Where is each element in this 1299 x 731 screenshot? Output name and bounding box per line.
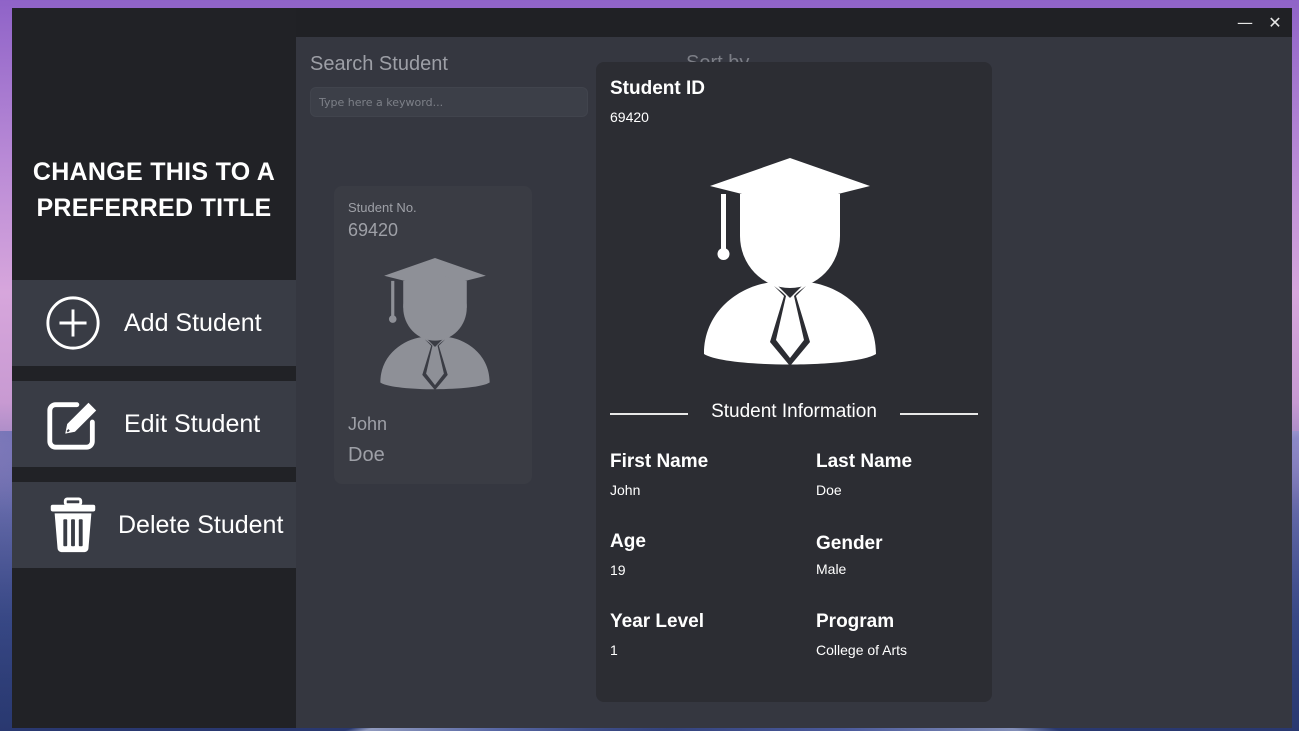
student-id-value: 69420 — [610, 109, 649, 125]
program-label: Program — [816, 611, 895, 632]
student-id-label: Student ID — [610, 78, 705, 99]
edit-icon — [47, 402, 97, 450]
graduate-icon — [704, 158, 876, 366]
first-name-value: John — [610, 482, 641, 498]
edit-student-label: Edit Student — [124, 410, 261, 438]
gender-value: Male — [816, 561, 847, 577]
age-value: 19 — [610, 562, 626, 578]
delete-student-label: Delete Student — [118, 511, 284, 539]
trash-icon — [50, 497, 96, 553]
student-card[interactable]: Student No. 69420 John Doe — [334, 186, 532, 484]
student-no-value: 69420 — [348, 220, 399, 240]
year-level-label: Year Level — [610, 611, 705, 632]
minimize-button[interactable]: — — [1230, 8, 1260, 37]
program-value: College of Arts — [816, 642, 908, 658]
card-last-name: Doe — [348, 444, 385, 466]
graduate-icon — [380, 258, 490, 391]
search-box — [310, 87, 588, 117]
student-detail-panel: Student ID 69420 Student Information Fir… — [596, 62, 992, 702]
app-window: CHANGE THIS TO A PREFERRED TITLE Add Stu… — [12, 8, 1292, 728]
section-title: Student Information — [711, 401, 877, 422]
search-input[interactable] — [311, 88, 587, 116]
divider-left — [610, 413, 688, 415]
edit-student-button[interactable]: Edit Student — [12, 381, 296, 467]
card-first-name: John — [348, 414, 388, 434]
app-title: CHANGE THIS TO A PREFERRED TITLE — [32, 158, 276, 222]
last-name-value: Doe — [816, 482, 842, 498]
add-circle-icon — [46, 296, 100, 350]
gender-label: Gender — [816, 533, 883, 554]
search-label: Search Student — [310, 53, 448, 75]
add-student-label: Add Student — [124, 309, 262, 337]
main-panel: Search Student Sort by Student No. 69420… — [296, 37, 1292, 728]
add-student-button[interactable]: Add Student — [12, 280, 296, 366]
age-label: Age — [610, 531, 646, 552]
year-level-value: 1 — [610, 642, 618, 658]
first-name-label: First Name — [610, 451, 709, 472]
student-no-label: Student No. — [348, 200, 417, 215]
divider-right — [900, 413, 978, 415]
sidebar: CHANGE THIS TO A PREFERRED TITLE Add Stu… — [12, 8, 296, 728]
close-button[interactable]: ✕ — [1260, 8, 1290, 37]
delete-student-button[interactable]: Delete Student — [12, 482, 296, 568]
last-name-label: Last Name — [816, 451, 913, 472]
title-bar: — ✕ — [296, 8, 1292, 37]
